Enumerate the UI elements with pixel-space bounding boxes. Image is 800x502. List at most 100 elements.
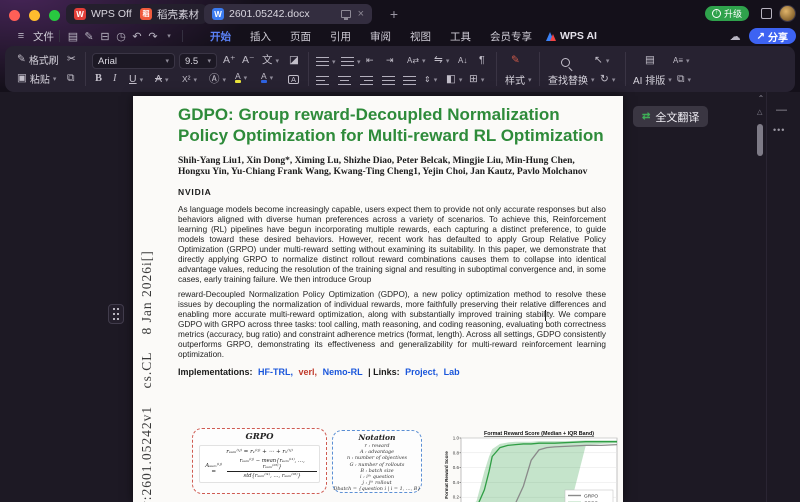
tab-docer[interactable]: 稻 稻壳素材	[132, 4, 207, 24]
tab-tools[interactable]: 工具	[450, 29, 471, 44]
strikethrough-button[interactable]: A▾	[155, 72, 169, 87]
drag-handle[interactable]	[108, 304, 124, 324]
text-direction-button[interactable]: A⇄▾	[407, 53, 426, 68]
styles-button[interactable]: 样式 ▾	[505, 72, 532, 87]
tab-insert[interactable]: 插入	[250, 29, 271, 44]
highlight-button[interactable]: A▾	[235, 70, 247, 85]
document-page[interactable]: v:2601.05242v1 cs.CL 8 Jan 2026i[] GDPO:…	[133, 96, 623, 502]
borders-button[interactable]: ⊞▾	[469, 72, 484, 87]
vertical-scrollbar[interactable]	[757, 124, 763, 156]
collapse-panel-icon[interactable]: —	[776, 104, 787, 116]
wps-ai-label: WPS AI	[560, 30, 597, 42]
increase-font-button[interactable]: A⁺	[223, 53, 236, 68]
link-nemo-rl[interactable]: Nemo-RL	[323, 367, 363, 377]
proofread-button[interactable]: A≡▾	[673, 53, 690, 68]
text-wrap-button[interactable]: ⇋▾	[434, 53, 449, 68]
scroll-up-icon[interactable]: △	[757, 108, 762, 116]
select-button[interactable]: ↖▾	[594, 53, 609, 68]
styles-pen-button[interactable]: ✎	[511, 53, 520, 68]
user-avatar[interactable]	[779, 5, 796, 22]
implementations-line: Implementations: HF-TRL, verl, Nemo-RL |…	[178, 367, 606, 377]
sort-button[interactable]: A↓	[458, 53, 467, 68]
monitor-icon[interactable]	[341, 10, 351, 18]
font-size-value: 9.5	[185, 56, 198, 67]
increase-indent-button[interactable]: ⇥	[386, 53, 394, 68]
font-color-button[interactable]: A▾	[261, 70, 273, 85]
bold-button[interactable]: B	[95, 72, 102, 87]
more-options-icon[interactable]: •••	[773, 125, 785, 135]
bullet-list-button[interactable]: ▾	[316, 54, 336, 69]
paste-icon: ▣	[17, 73, 27, 84]
layers-button[interactable]: ⧉▾	[677, 72, 691, 87]
file-menu[interactable]: ≡ 文件	[13, 29, 54, 44]
close-tab-icon[interactable]: ×	[358, 8, 364, 20]
ai-layout-label: AI 排版	[633, 72, 665, 87]
font-size-select[interactable]: 9.5 ▾	[179, 53, 217, 69]
chevron-down-icon: ▾	[686, 57, 690, 65]
upgrade-button[interactable]: ↑ 升级	[705, 6, 749, 21]
link-hf-trl[interactable]: HF-TRL,	[258, 367, 293, 377]
tab-references[interactable]: 引用	[330, 29, 351, 44]
shading-button[interactable]: ◧▾	[446, 72, 462, 87]
underline-icon: U	[129, 74, 137, 85]
scroll-to-top-icon[interactable]: ⌃	[756, 95, 766, 102]
find-replace-button[interactable]: 查找替换 ▾	[548, 72, 595, 87]
align-center-button[interactable]	[338, 73, 351, 88]
align-distribute-button[interactable]	[403, 73, 416, 88]
format-painter-button[interactable]: ✎ 格式刷	[17, 52, 59, 67]
redo-icon[interactable]: ↷	[145, 30, 161, 43]
tab-view[interactable]: 视图	[410, 29, 431, 44]
font-name-select[interactable]: Arial ▾	[92, 53, 175, 69]
upgrade-arrow-icon: ↑	[712, 9, 721, 18]
tab-review[interactable]: 审阅	[370, 29, 391, 44]
line-spacing-button[interactable]: ⇕▾	[424, 72, 437, 87]
translate-button[interactable]: ⇄ 全文翻译	[633, 106, 708, 127]
close-window-button[interactable]	[9, 10, 20, 21]
eraser-icon: ◪	[289, 55, 299, 66]
fullscreen-window-button[interactable]	[49, 10, 60, 21]
italic-button[interactable]: I	[113, 72, 117, 87]
replace-icon: ↻	[600, 74, 609, 85]
save-icon[interactable]: ▤	[65, 30, 81, 43]
decrease-font-button[interactable]: A⁻	[242, 53, 255, 68]
text-tool-button[interactable]: 文▾	[262, 53, 279, 68]
tab-document[interactable]: W 2601.05242.docx ×	[204, 4, 372, 24]
undo-icon[interactable]: ↶	[129, 30, 145, 43]
char-border-button[interactable]: A	[288, 72, 299, 87]
ai-doc-button[interactable]: ▤	[645, 53, 655, 68]
text-cursor	[545, 310, 546, 321]
search-button[interactable]	[561, 55, 570, 70]
restore-window-icon[interactable]	[761, 8, 772, 19]
link-project[interactable]: Project,	[405, 367, 438, 377]
new-tab-button[interactable]: +	[384, 4, 404, 24]
copy-button[interactable]: ⧉	[67, 71, 75, 86]
underline-button[interactable]: U▾	[129, 72, 143, 87]
decrease-indent-button[interactable]: ⇤	[366, 53, 374, 68]
align-justify-button[interactable]	[382, 73, 395, 88]
superscript-button[interactable]: X²▾	[182, 72, 197, 87]
print-icon[interactable]: ⊟	[97, 30, 113, 43]
align-right-button[interactable]	[360, 73, 373, 88]
numbered-list-button[interactable]: ▾	[341, 54, 361, 69]
history-icon[interactable]: ◷	[113, 30, 129, 43]
text-effect-button[interactable]: Ⓐ▾	[209, 72, 226, 87]
replace-button[interactable]: ↻▾	[600, 72, 615, 87]
show-marks-button[interactable]: ¶	[479, 53, 485, 68]
ai-layout-button[interactable]: AI 排版 ▾	[633, 72, 672, 87]
cloud-sync-icon[interactable]: ☁	[730, 30, 741, 43]
minimize-window-button[interactable]	[29, 10, 40, 21]
tab-home[interactable]: 开始	[210, 29, 231, 44]
link-lab[interactable]: Lab	[444, 367, 460, 377]
styles-label: 样式	[505, 72, 525, 87]
tab-member[interactable]: 会员专享	[490, 29, 532, 44]
paste-button[interactable]: ▣ 粘贴 ▾	[17, 71, 56, 86]
align-left-button[interactable]	[316, 73, 329, 88]
cut-button[interactable]: ✂	[67, 52, 76, 67]
link-verl[interactable]: verl,	[299, 367, 318, 377]
tab-page[interactable]: 页面	[290, 29, 311, 44]
clear-format-button[interactable]: ◪	[289, 53, 299, 68]
chevron-down-icon[interactable]: ▾	[161, 32, 177, 40]
share-button[interactable]: ↗ 分享	[749, 28, 796, 44]
tab-wps-ai[interactable]: WPS AI	[546, 30, 597, 42]
pen-icon[interactable]: ✎	[81, 30, 97, 43]
